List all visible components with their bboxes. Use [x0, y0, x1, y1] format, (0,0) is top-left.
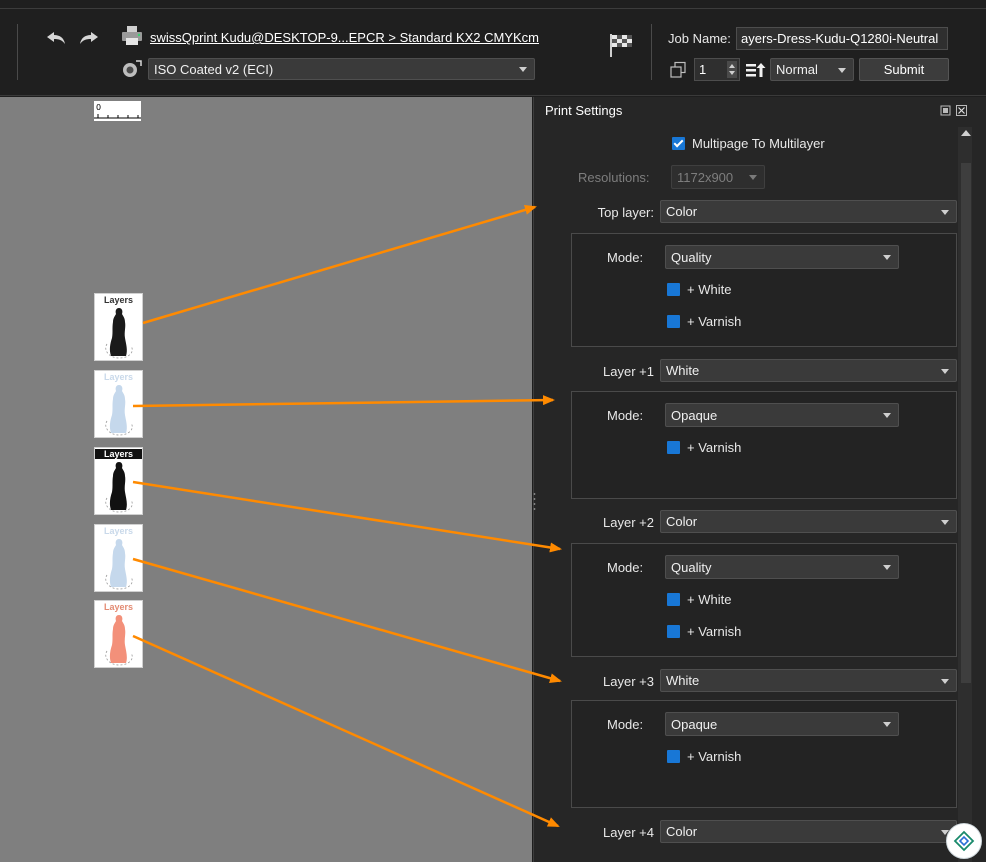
varnish-checkbox[interactable] — [667, 625, 680, 638]
toolbar-separator-left — [17, 24, 18, 80]
stepper-arrows-icon[interactable] — [727, 61, 737, 78]
copies-icon — [668, 60, 688, 80]
chevron-down-icon — [883, 413, 891, 418]
thumbnail-label: Layers — [103, 602, 134, 612]
toolbar-separator-right — [651, 24, 652, 80]
svg-text:0: 0 — [96, 103, 101, 112]
sort-priority-icon — [744, 60, 768, 80]
chevron-down-icon — [883, 255, 891, 260]
layer-thumbnail[interactable]: Layers — [94, 600, 143, 668]
mode-dropdown[interactable]: Opaque — [665, 403, 899, 427]
chevron-down-icon — [941, 678, 949, 684]
multipage-label: Multipage To Multilayer — [692, 136, 825, 151]
resolutions-dropdown[interactable]: 1172x900 — [671, 165, 765, 189]
layer-type-value: White — [666, 673, 700, 688]
varnish-checkbox[interactable] — [667, 750, 680, 763]
toolbar-top-divider — [0, 8, 986, 9]
chevron-down-icon — [941, 519, 949, 525]
chevron-down-icon — [883, 565, 891, 570]
layer-label: Top layer: — [597, 205, 654, 220]
mode-dropdown[interactable]: Quality — [665, 245, 899, 269]
panel-resize-grip[interactable] — [533, 490, 536, 514]
layer-thumbnail[interactable]: Layers — [94, 370, 143, 438]
varnish-checkbox[interactable] — [667, 441, 680, 454]
multipage-checkbox[interactable] — [672, 137, 685, 150]
varnish-label: + Varnish — [687, 624, 742, 639]
layer-type-dropdown[interactable]: White — [660, 669, 957, 692]
layer-thumbnail[interactable]: Layers — [94, 447, 143, 515]
printer-icon — [120, 24, 146, 48]
chevron-down-icon — [519, 67, 527, 72]
layer-label: Layer +4 — [603, 825, 654, 840]
varnish-checkbox[interactable] — [667, 315, 680, 328]
color-profile-icon — [120, 58, 144, 80]
white-label: + White — [687, 592, 732, 607]
priority-value: Normal — [776, 62, 818, 77]
thumbnail-label: Layers — [95, 449, 142, 459]
mode-value: Quality — [671, 249, 712, 265]
chevron-down-icon — [941, 209, 949, 215]
job-name-value: ayers-Dress-Kudu-Q1280i-Neutral — [741, 31, 939, 46]
varnish-label: + Varnish — [687, 440, 742, 455]
ruler-preview: 0 — [94, 101, 141, 121]
color-profile-value: ISO Coated v2 (ECI) — [154, 61, 274, 77]
scrollbar-thumb[interactable] — [961, 163, 971, 683]
preview-canvas: 0 Layers Layers Layers Layers Layers — [0, 97, 532, 862]
layer-label: Layer +3 — [603, 674, 654, 689]
submit-button[interactable]: Submit — [859, 58, 949, 81]
mode-label: Mode: — [607, 717, 644, 732]
checkered-flag-icon — [606, 30, 636, 60]
layer-type-value: Color — [666, 824, 698, 839]
copies-stepper[interactable]: 1 — [694, 58, 740, 81]
varnish-label: + Varnish — [687, 749, 742, 764]
chevron-down-icon — [749, 175, 757, 180]
chevron-down-icon — [941, 368, 949, 374]
resolutions-value: 1172x900 — [677, 169, 734, 185]
panel-title: Print Settings — [545, 103, 623, 118]
assistant-fab-icon[interactable] — [946, 823, 982, 859]
layer-label: Layer +1 — [603, 364, 654, 379]
redo-icon[interactable] — [77, 28, 101, 48]
job-name-label: Job Name: — [668, 31, 731, 46]
layer-type-dropdown[interactable]: White — [660, 359, 957, 382]
layer-type-dropdown[interactable]: Color — [660, 820, 957, 843]
white-checkbox[interactable] — [667, 593, 680, 606]
mode-value: Opaque — [671, 407, 718, 423]
mode-label: Mode: — [607, 560, 644, 575]
mode-dropdown[interactable]: Opaque — [665, 712, 899, 736]
white-label: + White — [687, 282, 732, 297]
mode-label: Mode: — [607, 250, 644, 265]
mode-label: Mode: — [607, 408, 644, 423]
chevron-down-icon — [838, 67, 846, 73]
resolutions-label: Resolutions: — [578, 170, 650, 185]
top-toolbar: swissQprint Kudu@DESKTOP-9...EPCR > Stan… — [0, 0, 986, 96]
layer-type-value: White — [666, 363, 700, 378]
mode-value: Opaque — [671, 716, 718, 732]
copies-value: 1 — [699, 62, 707, 77]
color-profile-dropdown[interactable]: ISO Coated v2 (ECI) — [148, 58, 535, 80]
pin-panel-icon[interactable] — [939, 104, 951, 116]
printer-queue-link[interactable]: swissQprint Kudu@DESKTOP-9...EPCR > Stan… — [150, 30, 539, 45]
thumbnail-label: Layers — [103, 372, 134, 382]
mode-value: Quality — [671, 559, 712, 575]
white-checkbox[interactable] — [667, 283, 680, 296]
layer-type-value: Color — [666, 204, 698, 219]
mode-dropdown[interactable]: Quality — [665, 555, 899, 579]
layer-thumbnail[interactable]: Layers — [94, 293, 143, 361]
thumbnail-label: Layers — [103, 295, 134, 305]
scroll-up-icon[interactable] — [961, 130, 971, 136]
layer-thumbnail[interactable]: Layers — [94, 524, 143, 592]
thumbnail-label: Layers — [103, 526, 134, 536]
layer-type-dropdown[interactable]: Color — [660, 200, 957, 223]
job-name-input[interactable]: ayers-Dress-Kudu-Q1280i-Neutral — [736, 27, 948, 50]
priority-dropdown[interactable]: Normal — [770, 58, 854, 81]
close-panel-icon[interactable] — [955, 104, 967, 116]
undo-icon[interactable] — [44, 28, 68, 48]
varnish-label: + Varnish — [687, 314, 742, 329]
layer-type-value: Color — [666, 514, 698, 529]
layer-type-dropdown[interactable]: Color — [660, 510, 957, 533]
chevron-down-icon — [883, 722, 891, 727]
print-settings-panel: Print Settings Multipage To Multilayer R… — [533, 97, 986, 862]
layer-label: Layer +2 — [603, 515, 654, 530]
